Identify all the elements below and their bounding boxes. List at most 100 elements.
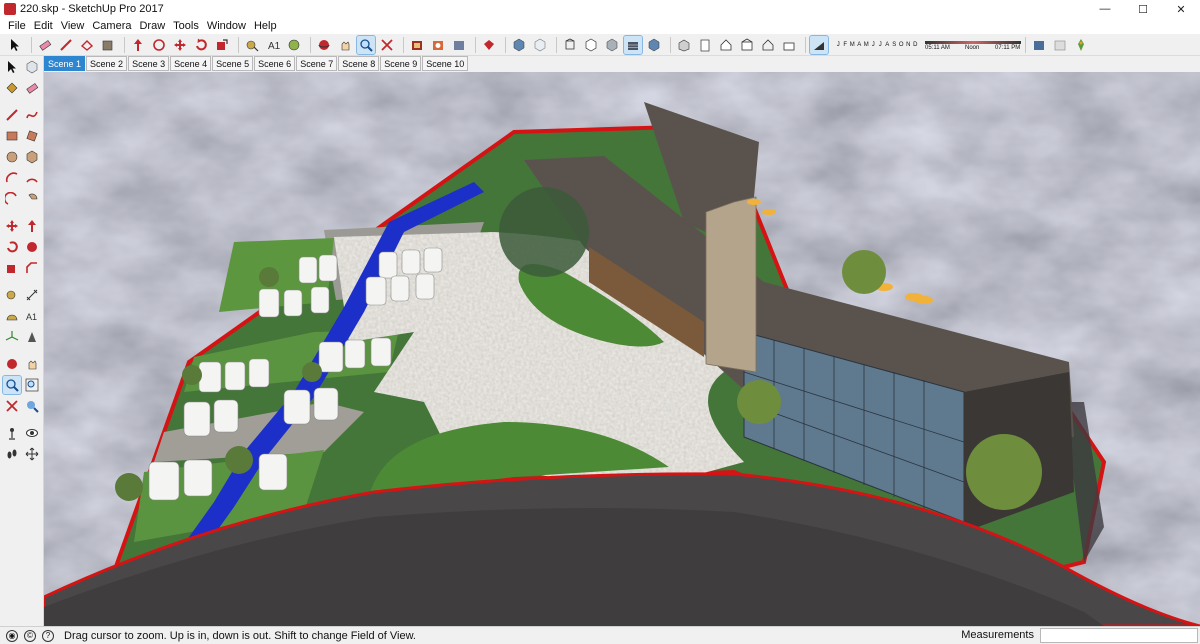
menu-tools[interactable]: Tools bbox=[169, 20, 203, 32]
shape-tool-icon[interactable] bbox=[78, 36, 96, 54]
make-component-icon[interactable] bbox=[23, 58, 41, 76]
push-pull-icon[interactable] bbox=[129, 36, 147, 54]
maximize-button[interactable]: ☐ bbox=[1124, 0, 1162, 18]
zoom-extents-icon[interactable] bbox=[378, 36, 396, 54]
xray-icon[interactable] bbox=[531, 36, 549, 54]
right-view-icon[interactable] bbox=[738, 36, 756, 54]
orbit-tool-icon[interactable] bbox=[3, 355, 21, 373]
shadow-month-selector[interactable]: J F M A M J J A S O N D bbox=[835, 42, 919, 48]
smoove-icon[interactable] bbox=[1051, 36, 1069, 54]
monochrome-icon[interactable] bbox=[645, 36, 663, 54]
tab-scene-9[interactable]: Scene 9 bbox=[380, 56, 422, 71]
tab-scene-3[interactable]: Scene 3 bbox=[128, 56, 170, 71]
share-model-icon[interactable] bbox=[450, 36, 468, 54]
zoom-extents-icon[interactable] bbox=[3, 397, 21, 415]
model-viewport[interactable] bbox=[44, 72, 1200, 626]
3d-text-icon[interactable] bbox=[23, 328, 41, 346]
credits-icon[interactable]: © bbox=[24, 629, 36, 642]
geo-location-icon[interactable]: ◉ bbox=[6, 629, 18, 642]
measurements-input[interactable] bbox=[1040, 628, 1198, 643]
tab-scene-10[interactable]: Scene 10 bbox=[422, 56, 469, 71]
pan-tool-icon[interactable] bbox=[23, 355, 41, 373]
back-view-icon[interactable] bbox=[759, 36, 777, 54]
circle-tool-icon[interactable] bbox=[3, 148, 21, 166]
follow-me-icon[interactable] bbox=[23, 238, 41, 256]
text-tool-icon[interactable]: A1 bbox=[23, 307, 41, 325]
shaded-textures-icon[interactable] bbox=[623, 34, 643, 55]
zoom-tool-icon[interactable] bbox=[2, 374, 22, 395]
warehouse-icon[interactable] bbox=[408, 36, 426, 54]
shaded-icon[interactable] bbox=[603, 36, 621, 54]
scale-tool-icon[interactable] bbox=[213, 36, 231, 54]
paint-bucket-icon[interactable] bbox=[3, 79, 21, 97]
text-tool-icon[interactable]: A1 bbox=[264, 36, 282, 54]
menu-help[interactable]: Help bbox=[250, 20, 281, 32]
line-tool-icon[interactable] bbox=[3, 106, 21, 124]
move-tool-icon[interactable] bbox=[3, 217, 21, 235]
line-tool-icon[interactable] bbox=[57, 36, 75, 54]
rotate-tool-icon[interactable] bbox=[3, 238, 21, 256]
rotate-tool-icon[interactable] bbox=[192, 36, 210, 54]
pie-tool-icon[interactable] bbox=[23, 190, 41, 208]
rectangle-tool-icon[interactable] bbox=[3, 127, 21, 145]
tape-measure-icon[interactable] bbox=[3, 286, 21, 304]
close-button[interactable]: ✕ bbox=[1162, 0, 1200, 18]
menu-file[interactable]: File bbox=[4, 20, 30, 32]
eraser-icon[interactable] bbox=[36, 36, 54, 54]
component-icon[interactable] bbox=[510, 36, 528, 54]
protractor-icon[interactable] bbox=[3, 307, 21, 325]
look-around-icon[interactable] bbox=[23, 424, 41, 442]
pan-tool-icon[interactable] bbox=[336, 36, 354, 54]
tab-scene-4[interactable]: Scene 4 bbox=[170, 56, 212, 71]
menu-draw[interactable]: Draw bbox=[135, 20, 169, 32]
tab-scene-7[interactable]: Scene 7 bbox=[296, 56, 338, 71]
paint-icon[interactable] bbox=[285, 36, 303, 54]
select-tool-icon[interactable] bbox=[6, 36, 24, 54]
offset-tool-icon[interactable] bbox=[23, 259, 41, 277]
zoom-tool-icon[interactable] bbox=[356, 34, 376, 55]
minimize-button[interactable]: — bbox=[1086, 0, 1124, 18]
follow-me-icon[interactable] bbox=[150, 36, 168, 54]
freehand-icon[interactable] bbox=[23, 106, 41, 124]
extension-warehouse-icon[interactable] bbox=[429, 36, 447, 54]
tab-scene-1[interactable]: Scene 1 bbox=[44, 56, 86, 71]
tab-scene-6[interactable]: Scene 6 bbox=[254, 56, 296, 71]
polygon-tool-icon[interactable] bbox=[23, 148, 41, 166]
instructor-help-icon[interactable]: ? bbox=[42, 629, 54, 642]
axes-tool-icon[interactable] bbox=[3, 328, 21, 346]
hidden-line-icon[interactable] bbox=[582, 36, 600, 54]
eraser-icon[interactable] bbox=[23, 79, 41, 97]
walk-tool-icon[interactable] bbox=[3, 445, 21, 463]
paint-bucket-icon[interactable] bbox=[99, 36, 117, 54]
rotated-rectangle-icon[interactable] bbox=[23, 127, 41, 145]
shadow-time-slider[interactable]: 05:11 AM Noon 07:11 PM bbox=[925, 38, 1021, 52]
menu-view[interactable]: View bbox=[57, 20, 89, 32]
menu-edit[interactable]: Edit bbox=[30, 20, 57, 32]
two-point-arc-icon[interactable] bbox=[23, 169, 41, 187]
ruby-console-icon[interactable] bbox=[480, 36, 498, 54]
three-point-arc-icon[interactable] bbox=[3, 190, 21, 208]
section-plane-icon[interactable] bbox=[23, 445, 41, 463]
orbit-tool-icon[interactable] bbox=[315, 36, 333, 54]
dimension-tool-icon[interactable] bbox=[23, 286, 41, 304]
select-tool-icon[interactable] bbox=[3, 58, 21, 76]
front-view-icon[interactable] bbox=[717, 36, 735, 54]
tape-measure-icon[interactable] bbox=[243, 36, 261, 54]
zoom-window-icon[interactable] bbox=[23, 376, 41, 394]
iso-view-icon[interactable] bbox=[675, 36, 693, 54]
left-view-icon[interactable] bbox=[780, 36, 798, 54]
previous-view-icon[interactable] bbox=[23, 397, 41, 415]
tab-scene-5[interactable]: Scene 5 bbox=[212, 56, 254, 71]
shadows-toggle-icon[interactable] bbox=[809, 34, 829, 55]
add-location-icon[interactable] bbox=[1072, 36, 1090, 54]
menu-window[interactable]: Window bbox=[203, 20, 250, 32]
tab-scene-2[interactable]: Scene 2 bbox=[86, 56, 128, 71]
menu-camera[interactable]: Camera bbox=[88, 20, 135, 32]
position-camera-icon[interactable] bbox=[3, 424, 21, 442]
push-pull-icon[interactable] bbox=[23, 217, 41, 235]
top-view-icon[interactable] bbox=[696, 36, 714, 54]
sandbox-icon[interactable] bbox=[1030, 36, 1048, 54]
wireframe-icon[interactable] bbox=[561, 36, 579, 54]
arc-tool-icon[interactable] bbox=[3, 169, 21, 187]
scale-tool-icon[interactable] bbox=[3, 259, 21, 277]
